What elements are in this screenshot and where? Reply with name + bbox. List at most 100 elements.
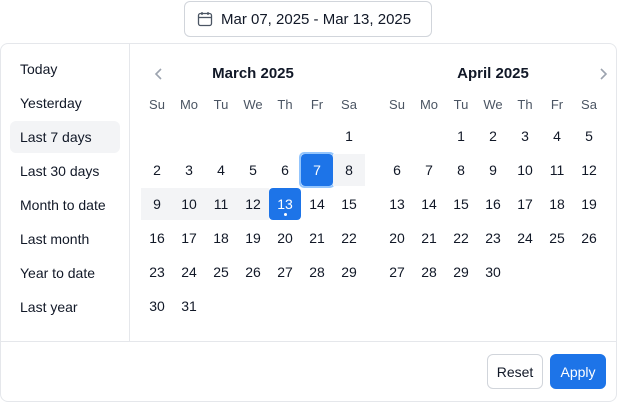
prev-month-button[interactable]	[149, 61, 169, 87]
preset-item[interactable]: Today	[10, 53, 120, 85]
day-cell[interactable]: 4	[205, 154, 237, 186]
day-cell[interactable]: 16	[477, 188, 509, 220]
weekday-label: We	[483, 97, 503, 112]
day-cell[interactable]: 29	[333, 256, 365, 288]
day-cell[interactable]: 13	[269, 188, 301, 220]
day-cell[interactable]: 20	[381, 222, 413, 254]
day-cell[interactable]: 9	[141, 188, 173, 220]
day-cell[interactable]: 21	[413, 222, 445, 254]
day-cell[interactable]: 28	[413, 256, 445, 288]
day-cell[interactable]: 27	[381, 256, 413, 288]
preset-item[interactable]: Year to date	[10, 257, 120, 289]
day-cell[interactable]: 24	[173, 256, 205, 288]
weekday-label: Th	[277, 97, 293, 112]
day-grid: 1 2 3 4 5 6 7 8 9 10 11 12 13 14 15 16 17 18 19 20 21 22 23 24 2…	[141, 119, 365, 323]
day-cell[interactable]: 3	[509, 120, 541, 152]
empty-cell	[413, 120, 445, 152]
day-cell[interactable]: 3	[173, 154, 205, 186]
popover-footer: Reset Apply	[1, 341, 616, 401]
day-cell[interactable]: 13	[381, 188, 413, 220]
day-grid: 1 2 3 4 5 6 7 8 9 10 11 12 13 14 15 16 17 18 19 20 21 22 23 24 2…	[381, 119, 605, 289]
apply-button[interactable]: Apply	[550, 354, 606, 389]
empty-cell	[141, 120, 173, 152]
day-cell[interactable]: 6	[269, 154, 301, 186]
weekday-label: Mo	[419, 97, 439, 112]
reset-button[interactable]: Reset	[487, 354, 543, 389]
day-cell[interactable]: 18	[541, 188, 573, 220]
day-cell[interactable]: 25	[541, 222, 573, 254]
day-cell[interactable]: 27	[269, 256, 301, 288]
empty-cell	[381, 120, 413, 152]
day-cell[interactable]: 2	[141, 154, 173, 186]
date-range-trigger[interactable]: Mar 07, 2025 - Mar 13, 2025	[184, 1, 432, 37]
day-cell[interactable]: 15	[445, 188, 477, 220]
day-cell[interactable]: 6	[381, 154, 413, 186]
weekday-label: Su	[389, 97, 405, 112]
day-cell[interactable]: 12	[573, 154, 605, 186]
day-cell[interactable]: 26	[573, 222, 605, 254]
month-march: March 2025 Su Mo Tu We Th Fr Sa 1 2 3 4 5 6 7 8 9 10 11 1…	[141, 44, 365, 323]
day-cell[interactable]: 14	[301, 188, 333, 220]
day-cell[interactable]: 9	[477, 154, 509, 186]
day-cell[interactable]: 5	[237, 154, 269, 186]
day-cell[interactable]: 5	[573, 120, 605, 152]
day-cell[interactable]: 19	[573, 188, 605, 220]
day-cell[interactable]: 28	[301, 256, 333, 288]
day-cell[interactable]: 30	[141, 290, 173, 322]
day-cell[interactable]: 2	[477, 120, 509, 152]
day-cell[interactable]: 23	[141, 256, 173, 288]
day-cell[interactable]: 1	[333, 120, 365, 152]
day-cell[interactable]: 31	[173, 290, 205, 322]
day-cell[interactable]: 18	[205, 222, 237, 254]
day-cell[interactable]: 26	[237, 256, 269, 288]
day-cell[interactable]: 11	[205, 188, 237, 220]
day-cell[interactable]: 22	[445, 222, 477, 254]
empty-cell	[205, 120, 237, 152]
preset-item[interactable]: Last 30 days	[10, 155, 120, 187]
day-cell[interactable]: 12	[237, 188, 269, 220]
day-cell[interactable]: 22	[333, 222, 365, 254]
day-cell[interactable]: 17	[509, 188, 541, 220]
empty-cell	[301, 120, 333, 152]
calendar-months: March 2025 Su Mo Tu We Th Fr Sa 1 2 3 4 5 6 7 8 9 10 11 1…	[130, 44, 616, 341]
empty-cell	[237, 120, 269, 152]
preset-item[interactable]: Last month	[10, 223, 120, 255]
day-cell[interactable]: 7	[413, 154, 445, 186]
preset-item[interactable]: Month to date	[10, 189, 120, 221]
day-cell[interactable]: 30	[477, 256, 509, 288]
day-cell[interactable]: 10	[509, 154, 541, 186]
day-cell[interactable]: 25	[205, 256, 237, 288]
day-cell[interactable]: 15	[333, 188, 365, 220]
next-month-button[interactable]	[593, 61, 613, 87]
preset-item[interactable]: Last 7 days	[10, 121, 120, 153]
date-range-label: Mar 07, 2025 - Mar 13, 2025	[221, 10, 412, 28]
date-range-popover: Today Yesterday Last 7 days Last 30 days Mon…	[0, 43, 617, 402]
day-cell[interactable]: 23	[477, 222, 509, 254]
weekday-label: Su	[149, 97, 165, 112]
day-cell[interactable]: 24	[509, 222, 541, 254]
day-cell[interactable]: 7	[299, 152, 335, 188]
month-title: April 2025	[457, 65, 529, 82]
weekday-label: Mo	[179, 97, 199, 112]
chevron-right-icon	[600, 68, 608, 80]
day-cell[interactable]: 21	[301, 222, 333, 254]
day-cell[interactable]: 29	[445, 256, 477, 288]
weekday-label: Fr	[550, 97, 564, 112]
month-title: March 2025	[212, 65, 294, 82]
preset-item[interactable]: Yesterday	[10, 87, 120, 119]
day-cell[interactable]: 4	[541, 120, 573, 152]
calendar-icon	[197, 11, 213, 27]
weekday-label: Tu	[213, 97, 229, 112]
day-cell[interactable]: 1	[445, 120, 477, 152]
day-cell[interactable]: 10	[173, 188, 205, 220]
day-cell[interactable]: 8	[445, 154, 477, 186]
day-cell[interactable]: 8	[333, 154, 365, 186]
day-cell[interactable]: 14	[413, 188, 445, 220]
day-cell[interactable]: 11	[541, 154, 573, 186]
day-cell[interactable]: 19	[237, 222, 269, 254]
preset-item[interactable]: Last year	[10, 291, 120, 323]
day-cell[interactable]: 20	[269, 222, 301, 254]
day-cell[interactable]: 16	[141, 222, 173, 254]
day-cell[interactable]: 17	[173, 222, 205, 254]
empty-cell	[269, 120, 301, 152]
